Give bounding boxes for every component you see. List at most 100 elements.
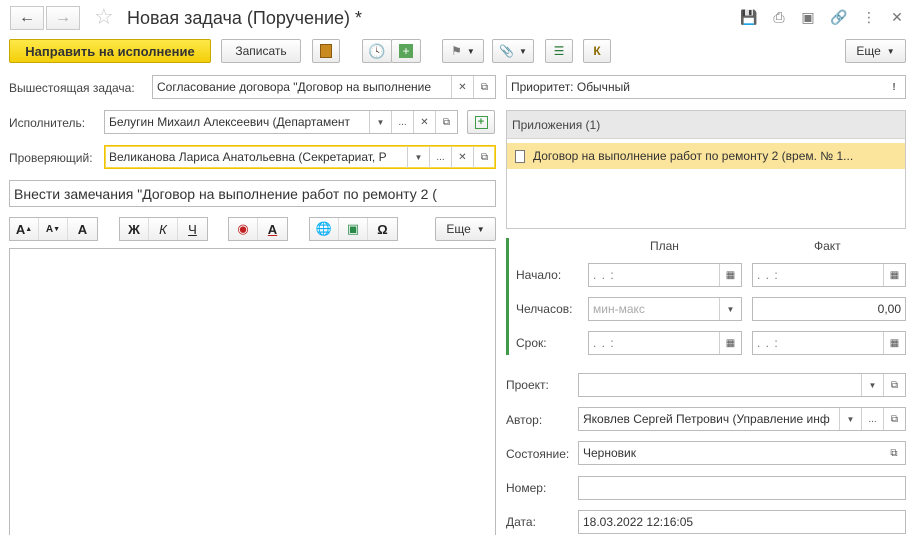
state-field[interactable]: Черновик ⧉ — [578, 441, 906, 465]
author-label: Автор: — [506, 413, 543, 427]
text-style-group[interactable]: Ж К Ч — [119, 217, 208, 241]
chevron-down-icon[interactable]: ▼ — [407, 146, 429, 168]
color-group[interactable]: ◉ A — [228, 217, 288, 241]
arrow-left-icon: ← — [19, 9, 35, 26]
more-button[interactable]: Еще ▼ — [845, 39, 906, 63]
select-ellipsis-icon[interactable]: ... — [391, 111, 413, 133]
flag-dropdown-button[interactable]: ⚑ ▼ — [442, 39, 484, 63]
calendar-icon[interactable]: ▦ — [883, 332, 905, 354]
executor-field[interactable]: Белугин Михаил Алексеевич (Департамент ▼… — [104, 110, 458, 134]
paperclip-icon: 📎 — [499, 44, 515, 58]
bold-icon[interactable]: Ж — [120, 218, 149, 240]
start-label: Начало: — [516, 268, 562, 282]
insert-image-icon[interactable]: ▣ — [339, 218, 368, 240]
calendar-icon[interactable]: ▦ — [719, 264, 741, 286]
open-icon[interactable]: ⧉ — [883, 408, 905, 430]
background-color-icon[interactable]: ◉ — [229, 218, 258, 240]
chevron-down-icon[interactable]: ▼ — [861, 374, 883, 396]
insert-link-icon[interactable]: 🌐 — [310, 218, 339, 240]
priority-field[interactable]: Приоритет: Обычный ! — [506, 75, 906, 99]
schedule-button[interactable]: 🕓 — [362, 39, 392, 63]
date-label: Дата: — [506, 515, 536, 529]
chevron-down-icon: ▼ — [476, 224, 485, 234]
plan-deadline-field[interactable]: . . : ▦ — [588, 331, 742, 355]
checker-field[interactable]: Великанова Лариса Анатольевна (Секретари… — [104, 145, 496, 169]
address-book-button[interactable] — [312, 39, 340, 63]
attachments-title: Приложения (1) — [507, 111, 905, 139]
clock-icon: 🕓 — [368, 42, 386, 59]
open-icon[interactable]: ⧉ — [473, 76, 495, 98]
more-vertical-icon[interactable]: ⋮ — [860, 8, 878, 26]
text-color-icon[interactable]: A — [258, 218, 287, 240]
date-field[interactable]: 18.03.2022 12:16:05 — [578, 510, 906, 534]
parent-task-label: Вышестоящая задача: — [9, 81, 135, 95]
plan-section-marker — [506, 238, 509, 355]
k-button[interactable]: К — [583, 39, 611, 63]
open-icon[interactable]: ⧉ — [473, 146, 495, 168]
fact-deadline-field[interactable]: . . : ▦ — [752, 331, 906, 355]
plan-start-value: . . : — [593, 268, 615, 282]
font-increase-icon[interactable]: A ▲ — [10, 218, 39, 240]
author-field[interactable]: Яковлев Сергей Петрович (Управление инф … — [578, 407, 906, 431]
special-char-icon[interactable]: Ω — [368, 218, 397, 240]
favorite-star-icon[interactable]: ☆ — [94, 4, 114, 30]
parent-task-value: Согласование договора "Договор на выполн… — [157, 80, 432, 94]
more-label: Еще — [856, 44, 881, 58]
italic-icon[interactable]: К — [149, 218, 178, 240]
save-button[interactable]: Записать — [221, 39, 301, 63]
clear-icon[interactable]: ✕ — [451, 76, 473, 98]
fact-header: Факт — [814, 239, 841, 253]
select-ellipsis-icon[interactable]: ... — [861, 408, 883, 430]
print-icon[interactable]: ⎙ — [770, 8, 788, 26]
plan-hours-placeholder: мин-макс — [593, 302, 645, 316]
calendar-icon[interactable]: ▦ — [883, 264, 905, 286]
clear-icon[interactable]: ✕ — [413, 111, 435, 133]
forward-button[interactable]: → — [46, 6, 80, 30]
flag-icon: ⚑ — [451, 44, 462, 58]
link-icon[interactable]: 🔗 — [830, 8, 848, 26]
fact-hours-field[interactable]: 0,00 — [752, 297, 906, 321]
address-book-icon — [320, 44, 332, 58]
chevron-down-icon[interactable]: ▼ — [719, 298, 741, 320]
close-icon[interactable]: ✕ — [888, 8, 906, 26]
open-icon[interactable]: ⧉ — [435, 111, 457, 133]
save-disk-icon[interactable]: 💾 — [740, 8, 758, 26]
add-task-button[interactable]: + — [391, 39, 421, 63]
chevron-down-icon[interactable]: ▼ — [839, 408, 861, 430]
plan-hours-field[interactable]: мин-макс ▼ — [588, 297, 742, 321]
font-decrease-icon[interactable]: A ▼ — [39, 218, 68, 240]
state-label: Состояние: — [506, 447, 570, 461]
preview-icon[interactable]: ▣ — [799, 8, 817, 26]
structure-button[interactable]: ☰ — [545, 39, 573, 63]
important-icon[interactable]: ! — [883, 76, 905, 98]
subject-input[interactable]: Внести замечания "Договор на выполнение … — [9, 180, 496, 207]
clear-icon[interactable]: ✕ — [451, 146, 473, 168]
attachment-item[interactable]: Договор на выполнение работ по ремонту 2… — [507, 143, 905, 169]
select-ellipsis-icon[interactable]: ... — [429, 146, 451, 168]
attach-dropdown-button[interactable]: 📎 ▼ — [492, 39, 534, 63]
plan-start-field[interactable]: . . : ▦ — [588, 263, 742, 287]
fact-start-field[interactable]: . . : ▦ — [752, 263, 906, 287]
description-editor[interactable] — [9, 248, 496, 535]
add-executor-button[interactable]: + — [467, 110, 495, 134]
insert-group[interactable]: 🌐 ▣ Ω — [309, 217, 398, 241]
open-icon[interactable]: ⧉ — [883, 442, 905, 464]
calendar-icon[interactable]: ▦ — [719, 332, 741, 354]
project-field[interactable]: ▼ ⧉ — [578, 373, 906, 397]
font-icon[interactable]: A — [68, 218, 97, 240]
checker-value: Великанова Лариса Анатольевна (Секретари… — [109, 150, 387, 164]
underline-icon[interactable]: Ч — [178, 218, 207, 240]
parent-task-field[interactable]: Согласование договора "Договор на выполн… — [152, 75, 496, 99]
format-more-button[interactable]: Еще ▼ — [435, 217, 496, 241]
chevron-down-icon: ▼ — [519, 46, 527, 56]
font-size-group[interactable]: A ▲ A ▼ A — [9, 217, 98, 241]
send-for-execution-button[interactable]: Направить на исполнение — [9, 39, 211, 63]
tree-structure-icon: ☰ — [553, 44, 565, 58]
chevron-down-icon[interactable]: ▼ — [369, 111, 391, 133]
back-button[interactable]: ← — [10, 6, 44, 30]
fact-deadline-value: . . : — [757, 336, 779, 350]
executor-value: Белугин Михаил Алексеевич (Департамент — [109, 115, 351, 129]
open-icon[interactable]: ⧉ — [883, 374, 905, 396]
executor-label: Исполнитель: — [9, 116, 86, 130]
number-field[interactable] — [578, 476, 906, 500]
